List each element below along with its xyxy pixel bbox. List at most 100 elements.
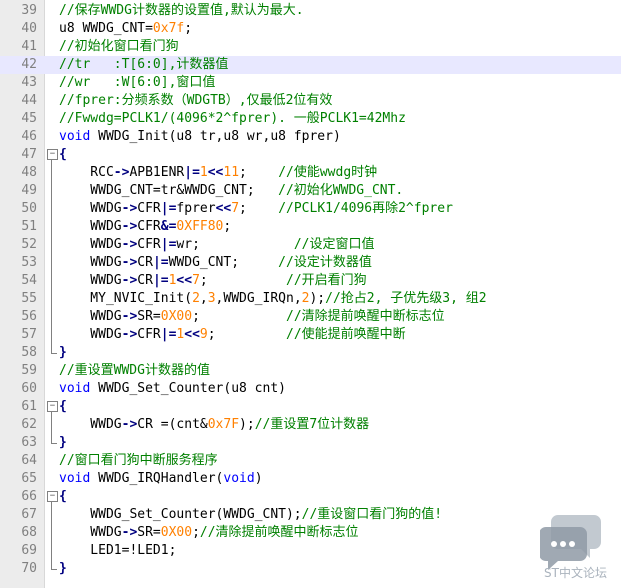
code-token: ; [184,21,193,36]
code-token: void [59,381,91,396]
code-token: ; [239,201,279,216]
line-number: 44 [21,93,37,108]
code-line[interactable]: 60 void WWDG_Set_Counter(u8 cnt) [0,380,621,398]
line-number: 60 [21,381,37,396]
line-number: 57 [21,327,37,342]
code-token: 0XFF80 [176,219,224,234]
code-token: CR [137,255,153,270]
code-line[interactable]: 52 WWDG->CFR|=wr; //设定窗口值 [0,236,621,254]
code-token: //Fwwdg=PCLK1/(4096*2^fprer). 一般PCLK1=42… [59,111,406,126]
code-text: //重设置WWDG计数器的值 [59,362,210,380]
code-text: WWDG->CR =(cnt&0x7F);//重设置7位计数器 [59,416,369,434]
code-token: CFR [137,201,161,216]
code-token: WWDG [59,309,122,324]
code-token: void [59,129,91,144]
code-token: CR = [137,417,169,432]
fold-line [51,502,52,569]
code-token: //PCLK1/4096再除2^fprer [278,201,453,216]
code-text: { [59,398,67,416]
line-number: 61 [21,399,37,414]
code-line[interactable]: 69 LED1=!LED1; [0,542,621,560]
code-token: //初始化窗口看门狗 [59,39,179,54]
code-line[interactable]: 61 { [0,398,621,416]
code-line[interactable]: 64 //窗口看门狗中断服务程序 [0,452,621,470]
code-line[interactable]: 59 //重设置WWDG计数器的值 [0,362,621,380]
code-line[interactable]: 58} [0,344,621,362]
code-line[interactable]: 49 WWDG_CNT=tr&WWDG_CNT; //初始化WWDG_CNT. [0,182,621,200]
code-editor[interactable]: 39//保存WWDG计数器的设置值,默认为最大. 40 u8 WWDG_CNT=0x… [0,0,621,588]
fold-line [51,412,52,443]
code-line[interactable]: 55 MY_NVIC_Init(2,3,WWDG_IRQn,2);//抢占2, … [0,290,621,308]
code-line[interactable]: 50 WWDG->CFR|=fprer<<7; //PCLK1/4096再除2^… [0,200,621,218]
code-line[interactable]: 53 WWDG->CR|=WWDG_CNT; //设定计数器值 [0,254,621,272]
code-token: WWDG [59,219,122,234]
code-text: //fprer:分频系数（WDGTB）,仅最低2位有效 [59,92,332,110]
code-token: 9 [199,327,208,342]
code-token: MY_NVIC_Init( [59,291,193,306]
code-line[interactable]: 42 //tr :T[6:0],计数器值 [0,56,621,74]
code-line[interactable]: 45 //Fwwdg=PCLK1/(4096*2^fprer). 一般PCLK1=… [0,110,621,128]
code-line[interactable]: 57 WWDG->CFR|=1<<9; //使能提前唤醒中断 [0,326,621,344]
code-line[interactable]: 70} [0,560,621,578]
code-token: //开启看门狗 [286,273,367,288]
code-line[interactable]: 66 { [0,488,621,506]
code-token: -> [121,201,138,216]
line-number: 46 [21,129,37,144]
code-token: WWDG [59,525,122,540]
code-token: SR= [137,525,161,540]
code-line[interactable]: 63} [0,434,621,452]
code-token: 2 [192,291,200,306]
code-token: -> [121,237,138,252]
code-token: } [59,345,67,360]
code-line[interactable]: 56 WWDG->SR=0X00; //清除提前唤醒中断标志位 [0,308,621,326]
code-text: { [59,488,67,506]
code-text: WWDG_Set_Counter(WWDG_CNT);//重设窗口看门狗的值! [59,506,442,524]
code-token: 0X00 [160,309,193,324]
code-text: WWDG->SR=0X00;//清除提前唤醒中断标志位 [59,524,359,542]
code-text: LED1=!LED1; [59,542,176,560]
code-token: void [223,471,255,486]
code-line[interactable]: 44 //fprer:分频系数（WDGTB）,仅最低2位有效 [0,92,621,110]
code-token: //重设置WWDG计数器的值 [59,363,210,378]
code-token: |= [160,237,177,252]
code-text: MY_NVIC_Init(2,3,WWDG_IRQn,2);//抢占2, 子优先… [59,290,486,308]
code-token: WWDG_Init(u8 tr,u8 wr,u8 fprer) [90,129,341,144]
code-line[interactable]: 54 WWDG->CR|=1<<7; //开启看门狗 [0,272,621,290]
code-text: //wr :W[6:0],窗口值 [59,74,215,92]
code-line[interactable]: 47 { [0,146,621,164]
code-text: WWDG->CFR|=fprer<<7; //PCLK1/4096再除2^fpr… [59,200,453,218]
code-token: //清除提前唤醒中断标志位 [286,309,445,324]
code-line[interactable]: 62 WWDG->CR =(cnt&0x7F);//重设置7位计数器 [0,416,621,434]
code-line[interactable]: 68 WWDG->SR=0X00;//清除提前唤醒中断标志位 [0,524,621,542]
line-number: 62 [21,417,37,432]
code-line[interactable]: 51 WWDG->CFR&=0XFF80; [0,218,621,236]
line-number: 63 [21,435,37,450]
code-line[interactable]: 67 WWDG_Set_Counter(WWDG_CNT);//重设窗口看门狗的… [0,506,621,524]
fold-toggle-icon[interactable]: − [47,401,58,412]
code-token: WWDG_IRQHandler( [90,471,224,486]
fold-toggle-icon[interactable]: − [47,491,58,502]
code-token: -> [121,525,138,540]
code-line[interactable]: 48 RCC->APB1ENR|=1<<11; //使能wwdg时钟 [0,164,621,182]
code-line[interactable]: 43 //wr :W[6:0],窗口值 [0,74,621,92]
code-text: WWDG->CFR|=1<<9; //使能提前唤醒中断 [59,326,405,344]
code-token: //wr :W[6:0],窗口值 [59,75,216,90]
code-token: |= [184,165,200,180]
code-token: -> [121,327,138,342]
code-line[interactable]: 39 //保存WWDG计数器的设置值,默认为最大. [0,2,621,20]
code-text: RCC->APB1ENR|=1<<11; //使能wwdg时钟 [59,164,377,182]
code-token: { [59,489,67,504]
code-token: -> [121,255,138,270]
code-text: WWDG->CFR|=wr; //设定窗口值 [59,236,374,254]
line-number: 40 [21,21,37,36]
code-line[interactable]: 46 void WWDG_Init(u8 tr,u8 wr,u8 fprer) [0,128,621,146]
code-token: 3 [207,291,216,306]
fold-toggle-icon[interactable]: − [47,149,58,160]
code-line[interactable]: 65 void WWDG_IRQHandler(void) [0,470,621,488]
code-token: 11 [223,165,240,180]
code-token: CFR [137,237,161,252]
code-token: //清除提前唤醒中断标志位 [199,525,359,540]
code-token: //fprer:分频系数（WDGTB）,仅最低2位有效 [59,93,333,108]
code-line[interactable]: 41 //初始化窗口看门狗 [0,38,621,56]
code-line[interactable]: 40 u8 WWDG_CNT=0x7f; [0,20,621,38]
